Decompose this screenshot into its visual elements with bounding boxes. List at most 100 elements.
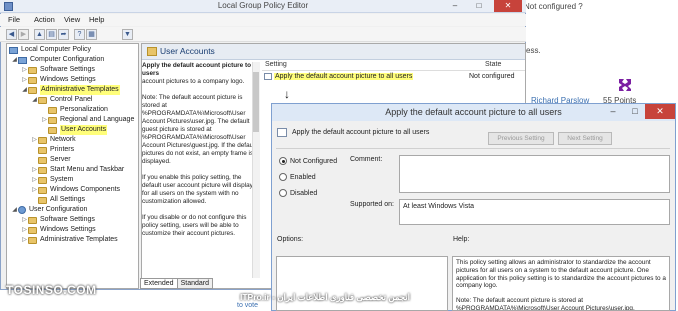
- help-panel: This policy setting allows an administra…: [452, 256, 670, 311]
- back-icon[interactable]: ◀: [6, 29, 17, 40]
- supported-on-value: At least Windows Vista: [403, 203, 475, 210]
- collapsed-arrow-icon[interactable]: ▷: [31, 175, 38, 185]
- policy-description: Apply the default account picture to all…: [142, 62, 260, 278]
- next-setting-button[interactable]: Next Setting: [558, 132, 612, 145]
- up-folder-icon[interactable]: ▲: [34, 29, 45, 40]
- tree-item-administrative-templates[interactable]: ◢ Administrative Templates: [21, 85, 120, 95]
- tree-item-control-panel[interactable]: ◢ Control Panel: [31, 95, 92, 105]
- user-avatar-icon[interactable]: [616, 76, 634, 94]
- background-question: Not configured ?: [524, 2, 583, 11]
- collapsed-arrow-icon[interactable]: ▷: [21, 215, 28, 225]
- help-note: Note: The default account picture is sto…: [456, 297, 635, 311]
- expanded-arrow-icon[interactable]: ◢: [31, 95, 38, 105]
- help-icon[interactable]: ?: [74, 29, 85, 40]
- settings-row[interactable]: Apply the default account picture to all…: [264, 73, 414, 80]
- radio-icon[interactable]: [279, 173, 287, 181]
- filter-icon[interactable]: ▼: [122, 29, 133, 40]
- collapsed-arrow-icon[interactable]: ▷: [31, 135, 38, 145]
- site-watermark: TOSINSO.COM: [6, 283, 97, 297]
- description-line: account pictures to a company logo.: [142, 78, 245, 85]
- options-label: Options:: [277, 236, 304, 243]
- menu-action[interactable]: Action: [34, 15, 55, 24]
- pointer-arrow-icon: ↓: [284, 87, 290, 101]
- tree-item-start-menu[interactable]: ▷ Start Menu and Taskbar: [31, 165, 124, 175]
- collapsed-arrow-icon[interactable]: ▷: [21, 235, 28, 245]
- radio-not-configured[interactable]: Not Configured: [279, 157, 337, 165]
- folder-icon: [48, 116, 57, 124]
- dialog-maximize-button[interactable]: □: [624, 104, 646, 119]
- tree-item-personalization[interactable]: Personalization: [48, 105, 108, 115]
- properties-icon[interactable]: ▦: [86, 29, 97, 40]
- tree-item-all-settings[interactable]: All Settings: [38, 195, 85, 205]
- maximize-button[interactable]: □: [468, 0, 490, 12]
- persian-watermark: انجمن تخصصی فناوری اطلاعات ایران - ITPro…: [240, 292, 411, 302]
- radio-icon[interactable]: [279, 189, 287, 197]
- view-tabs: Extended Standard: [140, 278, 214, 289]
- expanded-arrow-icon[interactable]: ◢: [21, 85, 28, 95]
- tree-item-software-settings[interactable]: ▷ Software Settings: [21, 65, 95, 75]
- menu-file[interactable]: File: [8, 15, 20, 24]
- settings-row-name: Apply the default account picture to all…: [274, 73, 414, 80]
- collapsed-arrow-icon[interactable]: ▷: [21, 225, 28, 235]
- dialog-close-button[interactable]: ✕: [645, 104, 675, 119]
- tree-item-network[interactable]: ▷ Network: [31, 135, 76, 145]
- computer-icon: [18, 56, 27, 64]
- export-list-icon[interactable]: ➦: [58, 29, 69, 40]
- tree-item-regional[interactable]: ▷ Regional and Language: [41, 115, 134, 125]
- folder-icon: [28, 226, 37, 234]
- tree-item-user-windows-settings[interactable]: ▷ Windows Settings: [21, 225, 96, 235]
- policy-setting-icon: [264, 73, 272, 80]
- radio-disabled[interactable]: Disabled: [279, 189, 317, 197]
- collapsed-arrow-icon[interactable]: ▷: [21, 65, 28, 75]
- collapsed-arrow-icon[interactable]: ▷: [41, 115, 48, 125]
- column-state[interactable]: State: [485, 61, 501, 68]
- radio-enabled[interactable]: Enabled: [279, 173, 316, 181]
- menu-view[interactable]: View: [64, 15, 80, 24]
- tree-item-user-configuration[interactable]: ◢ User Configuration: [11, 205, 87, 215]
- tree-item-windows-settings[interactable]: ▷ Windows Settings: [21, 75, 96, 85]
- description-enable: If you enable this policy setting, the d…: [142, 174, 253, 205]
- folder-icon: [28, 86, 37, 94]
- folder-icon: [38, 156, 47, 164]
- tree-item-user-software-settings[interactable]: ▷ Software Settings: [21, 215, 95, 225]
- comment-label: Comment:: [350, 156, 383, 163]
- tree-item-user-accounts[interactable]: User Accounts: [48, 125, 108, 135]
- folder-icon: [28, 236, 37, 244]
- collapsed-arrow-icon[interactable]: ▷: [31, 165, 38, 175]
- tree-item-user-administrative-templates[interactable]: ▷ Administrative Templates: [21, 235, 118, 245]
- dialog-setting-name: Apply the default account picture to all…: [292, 129, 430, 136]
- tree-item-root[interactable]: Local Computer Policy: [9, 45, 91, 55]
- description-note: Note: The default account picture is sto…: [142, 94, 257, 165]
- policy-setting-icon: [277, 128, 287, 137]
- tree-item-computer-configuration[interactable]: ◢ Computer Configuration: [11, 55, 104, 65]
- folder-icon: [38, 196, 47, 204]
- expanded-arrow-icon[interactable]: ◢: [11, 205, 18, 215]
- tab-extended[interactable]: Extended: [140, 278, 178, 289]
- user-icon: [18, 206, 26, 214]
- tree-item-printers[interactable]: Printers: [38, 145, 74, 155]
- folder-icon: [38, 96, 47, 104]
- show-hide-tree-icon[interactable]: ▤: [46, 29, 57, 40]
- comment-textarea[interactable]: [399, 155, 670, 193]
- tree-item-server[interactable]: Server: [38, 155, 71, 165]
- tab-standard[interactable]: Standard: [177, 278, 214, 289]
- description-title: Apply the default account picture to all…: [142, 62, 260, 77]
- folder-icon: [28, 66, 37, 74]
- radio-selected-icon[interactable]: [279, 157, 287, 165]
- tree-item-system[interactable]: ▷ System: [31, 175, 73, 185]
- collapsed-arrow-icon[interactable]: ▷: [31, 185, 38, 195]
- vote-link[interactable]: to vote: [237, 302, 258, 309]
- previous-setting-button[interactable]: Previous Setting: [488, 132, 554, 145]
- menu-help[interactable]: Help: [89, 15, 104, 24]
- forward-icon[interactable]: ▶: [18, 29, 29, 40]
- collapsed-arrow-icon[interactable]: ▷: [21, 75, 28, 85]
- dialog-minimize-button[interactable]: –: [602, 104, 624, 119]
- folder-icon: [38, 136, 47, 144]
- close-button[interactable]: ✕: [494, 0, 522, 12]
- scrollbar-thumb[interactable]: [253, 72, 259, 132]
- minimize-button[interactable]: –: [444, 0, 466, 12]
- folder-icon: [38, 186, 47, 194]
- expanded-arrow-icon[interactable]: ◢: [11, 55, 18, 65]
- column-setting[interactable]: Setting: [265, 61, 287, 68]
- tree-item-windows-components[interactable]: ▷ Windows Components: [31, 185, 120, 195]
